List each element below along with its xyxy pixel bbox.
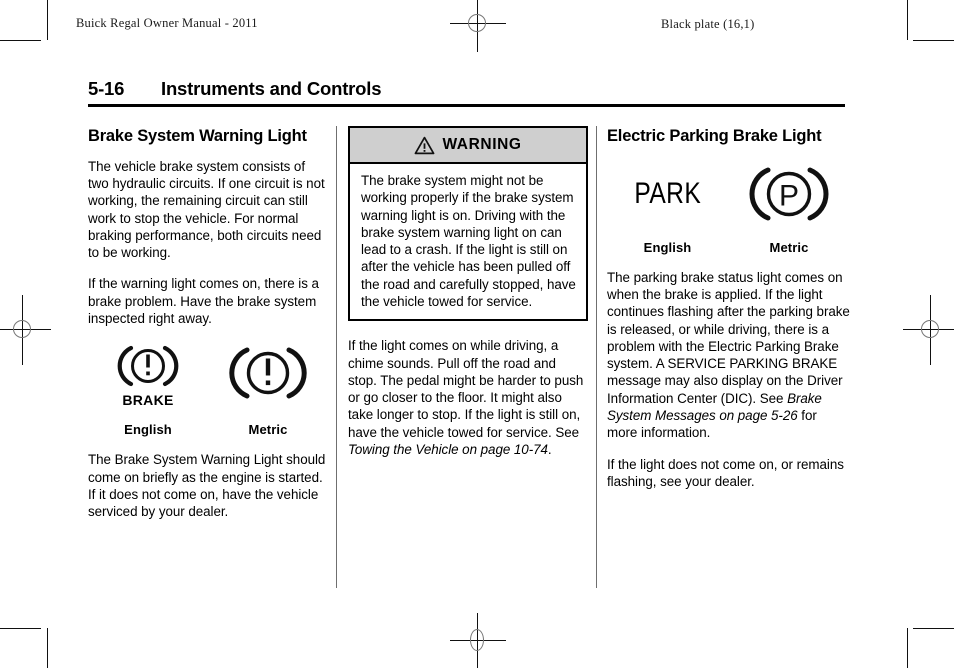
park-symbol-english: PARK [607,177,728,211]
figure-label-metric-park: Metric [769,239,809,255]
heading-brake-system-warning-light: Brake System Warning Light [88,127,307,145]
parking-brake-icon-metric: P [749,167,829,221]
park-symbol-metric: P [728,162,850,226]
brake-symbol-word: BRAKE [122,392,174,409]
crop-mark-top-right-horizontal [913,40,954,41]
column-three: Electric Parking Brake Light PARK P Engl… [607,126,850,490]
crop-mark-bottom-left-horizontal [0,628,41,629]
figure-parking-brake-symbols: PARK P English Metric [607,158,850,255]
figure-label-english: English [124,422,172,438]
chapter-title: Instruments and Controls [161,78,382,99]
warning-box-text: The brake system might not be working pr… [361,173,576,309]
registration-mark-top [450,0,506,52]
warning-label: WARNING [442,136,522,153]
paragraph-text-lead: If the light comes on while driving, a c… [348,338,584,440]
brake-warning-icon-english [117,346,179,387]
column-two: WARNING The brake system might not be wo… [348,126,588,458]
crop-mark-bottom-right-vertical [907,628,908,668]
running-head-right: Black plate (16,1) [661,17,755,31]
column-divider-2 [596,126,597,588]
registration-mark-bottom [450,613,506,668]
paragraph-light-while-driving: If the light comes on while driving, a c… [348,337,588,458]
column-one: Brake System Warning Light The vehicle b… [88,126,328,520]
crop-mark-top-left-horizontal [0,40,41,41]
crop-mark-top-left-vertical [47,0,48,40]
crop-mark-top-right-vertical [907,0,908,40]
heading-electric-parking-brake-light: Electric Parking Brake Light [607,127,822,145]
running-head-left: Buick Regal Owner Manual - 2011 [76,16,258,30]
parking-brake-icon-letter: P [779,179,799,212]
brake-symbol-metric [208,342,328,408]
paragraph-brake-problem: If the warning light comes on, there is … [88,276,319,327]
registration-mark-right [903,295,954,365]
paragraph-brake-light-startup: The Brake System Warning Light should co… [88,452,326,520]
page-title: 5-16 Instruments and Controls [88,78,845,107]
paragraph-brake-hydraulic-circuits: The vehicle brake system consists of two… [88,158,325,261]
crop-mark-bottom-left-vertical [47,628,48,668]
figure-label-english-park: English [643,239,692,255]
paragraph-parking-brake-status: The parking brake status light comes on … [607,269,850,442]
paragraph-text-lead: The parking brake status light comes on … [607,269,850,406]
registration-mark-left [0,295,51,365]
brake-symbol-english: BRAKE [88,341,208,408]
warning-triangle-icon [414,136,435,154]
brake-warning-icon-metric [229,347,307,399]
figure-brake-warning-symbols: BRAKE English Metric [88,341,328,437]
column-divider-1 [336,126,337,588]
page-number: 5-16 [88,78,125,99]
park-symbol-word: PARK [634,176,701,210]
title-rule [88,104,845,107]
manual-page: Buick Regal Owner Manual - 2011 Black pl… [0,0,954,668]
warning-box-header: WARNING [350,128,586,164]
paragraph-light-does-not-come-on: If the light does not come on, or remain… [607,456,844,489]
warning-box: WARNING The brake system might not be wo… [348,126,588,322]
crop-mark-bottom-right-horizontal [913,628,954,629]
cross-reference-towing-the-vehicle[interactable]: Towing the Vehicle on page 10-74 [348,442,548,457]
paragraph-text-tail: . [547,441,552,457]
figure-label-metric: Metric [248,422,288,438]
